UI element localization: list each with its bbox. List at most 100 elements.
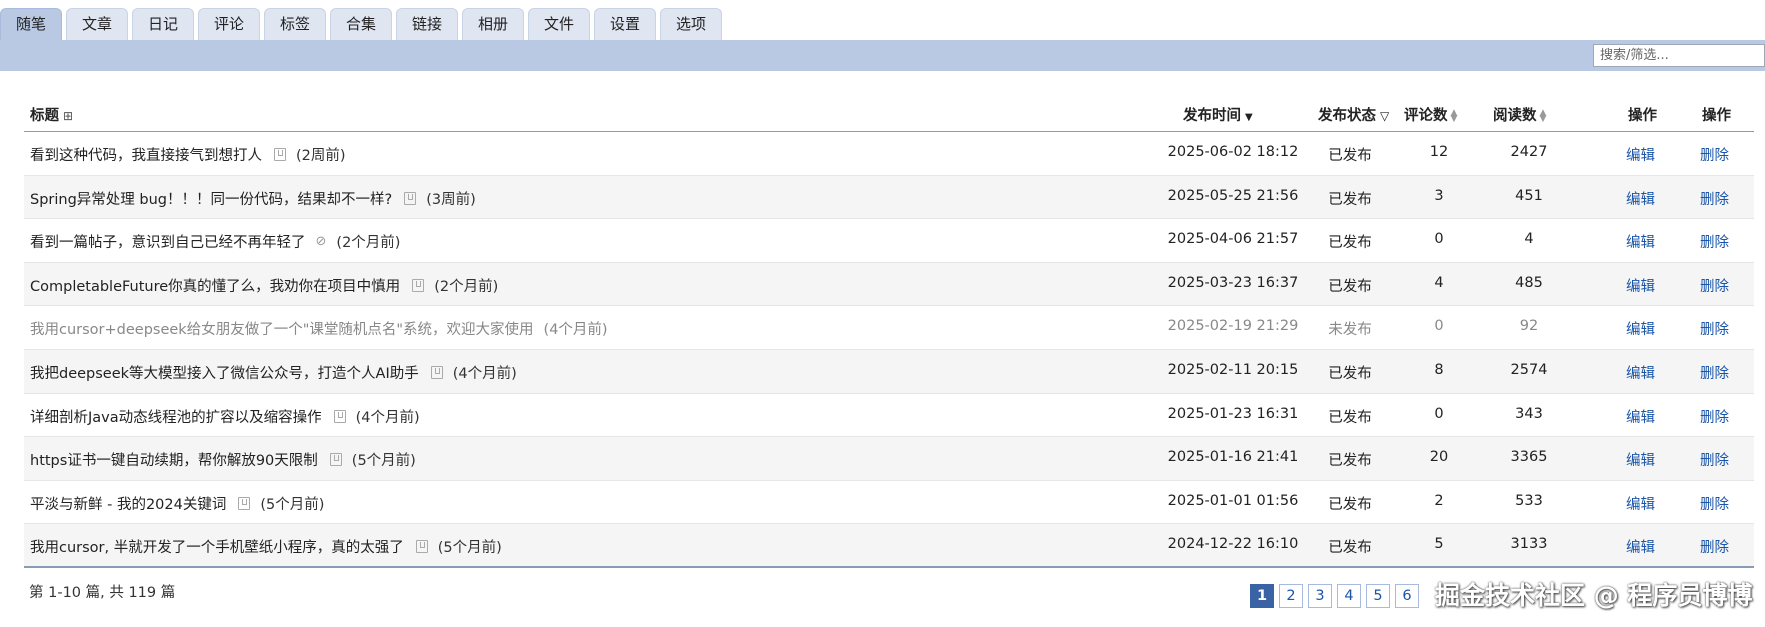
edit-link[interactable]: 编辑 xyxy=(1626,188,1655,209)
edit-link[interactable]: 编辑 xyxy=(1626,231,1655,252)
post-title[interactable]: 平淡与新鲜 - 我的2024关键词 xyxy=(30,493,226,514)
publish-status: 已发布 xyxy=(1328,540,1372,557)
table-body: 看到这种代码，我直接接气到想打人 (2周前) 2025-06-02 18:12 已发布… xyxy=(24,132,1754,568)
edit-link[interactable]: 编辑 xyxy=(1626,144,1655,165)
tab-9[interactable]: 设置 xyxy=(594,8,656,40)
tab-6[interactable]: 链接 xyxy=(396,8,458,40)
post-title[interactable]: 看到这种代码，我直接接气到想打人 xyxy=(30,144,262,165)
delete-link[interactable]: 删除 xyxy=(1700,231,1729,252)
bookmark-icon[interactable] xyxy=(333,409,346,423)
post-title[interactable]: CompletableFuture你真的懂了么，我劝你在项目中慎用 xyxy=(30,275,400,296)
sort-icon: ▲ ▼ xyxy=(1450,108,1458,124)
post-title-cell: 我用cursor+deepseek给女朋友做了一个"课堂随机点名"系统，欢迎大家… xyxy=(30,318,608,339)
post-title-cell: 我用cursor, 半就开发了一个手机壁纸小程序，真的太强了 (5个月前) xyxy=(30,536,502,557)
bookmark-icon[interactable] xyxy=(430,365,443,379)
filter-icon[interactable]: ▽ xyxy=(1380,109,1389,123)
tab-5[interactable]: 合集 xyxy=(330,8,392,40)
tab-2[interactable]: 日记 xyxy=(132,8,194,40)
delete-link[interactable]: 删除 xyxy=(1700,188,1729,209)
tab-3[interactable]: 评论 xyxy=(198,8,260,40)
delete-link[interactable]: 删除 xyxy=(1700,449,1729,470)
bookmark-icon[interactable] xyxy=(412,278,425,292)
page-button-2[interactable]: 2 xyxy=(1279,584,1303,608)
delete-link[interactable]: 删除 xyxy=(1700,318,1729,339)
post-age: (4个月前) xyxy=(543,322,608,339)
publish-time: 2024-12-22 16:10 xyxy=(1167,536,1299,553)
tab-1[interactable]: 文章 xyxy=(66,8,128,40)
publish-status: 已发布 xyxy=(1328,191,1372,208)
publish-time: 2025-04-06 21:57 xyxy=(1167,231,1299,248)
page-button-5[interactable]: 5 xyxy=(1366,584,1390,608)
post-title-cell: 看到一篇帖子，意识到自己已经不再年轻了 ⊘ (2个月前) xyxy=(30,231,400,252)
publish-status: 已发布 xyxy=(1328,235,1372,252)
publish-time: 2025-02-11 20:15 xyxy=(1167,361,1299,378)
column-header-comments[interactable]: 评论数 ▲ ▼ xyxy=(1404,104,1457,125)
post-title[interactable]: 我把deepseek等大模型接入了微信公众号，打造个人AI助手 xyxy=(30,362,419,383)
bookmark-icon[interactable] xyxy=(415,540,428,554)
comment-count: 0 xyxy=(1434,318,1444,335)
delete-link[interactable]: 删除 xyxy=(1700,536,1729,557)
post-title[interactable]: 我用cursor, 半就开发了一个手机壁纸小程序，真的太强了 xyxy=(30,536,404,557)
post-age: (2个月前) xyxy=(434,278,499,295)
edit-link[interactable]: 编辑 xyxy=(1626,449,1655,470)
delete-link[interactable]: 删除 xyxy=(1700,275,1729,296)
tab-7[interactable]: 相册 xyxy=(462,8,524,40)
post-title[interactable]: https证书一键自动续期，帮你解放90天限制 xyxy=(30,449,318,470)
publish-time: 2025-06-02 18:12 xyxy=(1167,144,1299,160)
tab-8[interactable]: 文件 xyxy=(528,8,590,40)
publish-time: 2025-01-16 21:41 xyxy=(1167,449,1299,466)
comment-count: 4 xyxy=(1434,274,1444,291)
bookmark-icon[interactable] xyxy=(238,496,251,510)
page-button-4[interactable]: 4 xyxy=(1337,584,1361,608)
delete-link[interactable]: 删除 xyxy=(1700,493,1729,514)
read-count: 533 xyxy=(1515,492,1543,509)
bookmark-icon[interactable] xyxy=(404,191,417,205)
bookmark-icon[interactable] xyxy=(329,453,342,467)
column-header-reads[interactable]: 阅读数 ▲ ▼ xyxy=(1493,104,1546,125)
delete-link[interactable]: 删除 xyxy=(1700,144,1729,165)
edit-link[interactable]: 编辑 xyxy=(1626,493,1655,514)
watermark: 掘金技术社区 @ 程序员博博 xyxy=(1435,581,1753,610)
table-row: 我用cursor+deepseek给女朋友做了一个"课堂随机点名"系统，欢迎大家… xyxy=(24,306,1754,350)
column-header-publish-time[interactable]: 发布时间 ▼ xyxy=(1183,104,1253,125)
post-age: (5个月前) xyxy=(260,496,325,513)
edit-link[interactable]: 编辑 xyxy=(1626,318,1655,339)
edit-link[interactable]: 编辑 xyxy=(1626,275,1655,296)
page-button-6[interactable]: 6 xyxy=(1395,584,1419,608)
eye-off-icon[interactable]: ⊘ xyxy=(316,234,327,249)
delete-link[interactable]: 删除 xyxy=(1700,406,1729,427)
publish-time: 2025-03-23 16:37 xyxy=(1167,274,1299,291)
pagination-info: 第 1-10 篇, 共 119 篇 xyxy=(29,585,176,601)
page-button-1[interactable]: 1 xyxy=(1250,584,1274,608)
post-title-cell: 详细剖析Java动态线程池的扩容以及缩容操作 (4个月前) xyxy=(30,406,420,427)
column-header-status[interactable]: 发布状态 ▽ xyxy=(1318,104,1389,125)
tree-icon[interactable]: ⊞ xyxy=(63,109,73,123)
tab-10[interactable]: 选项 xyxy=(660,8,722,40)
read-count: 4 xyxy=(1524,231,1534,248)
post-title[interactable]: 看到一篇帖子，意识到自己已经不再年轻了 xyxy=(30,231,306,252)
post-title[interactable]: Spring异常处理 bug！！！同一份代码，结果却不一样? xyxy=(30,188,392,209)
read-count: 3365 xyxy=(1510,449,1548,466)
table-row: https证书一键自动续期，帮你解放90天限制 (5个月前) 2025-01-16 … xyxy=(24,437,1754,481)
column-header-action-edit: 操作 xyxy=(1628,108,1657,124)
posts-table: 标题 ⊞ 发布时间 ▼ 发布状态 ▽ 评论数 ▲ ▼ 阅读数 ▲ ▼ 操作 操作 看到这种代码… xyxy=(24,96,1754,568)
delete-link[interactable]: 删除 xyxy=(1700,362,1729,383)
edit-link[interactable]: 编辑 xyxy=(1626,406,1655,427)
comment-count: 8 xyxy=(1434,361,1444,378)
post-title[interactable]: 详细剖析Java动态线程池的扩容以及缩容操作 xyxy=(30,406,322,427)
edit-link[interactable]: 编辑 xyxy=(1626,362,1655,383)
sort-icon: ▲ ▼ xyxy=(1539,108,1547,124)
read-count: 2574 xyxy=(1510,361,1548,378)
tab-0[interactable]: 随笔 xyxy=(0,8,62,40)
post-title[interactable]: 我用cursor+deepseek给女朋友做了一个"课堂随机点名"系统，欢迎大家… xyxy=(30,318,534,339)
publish-time: 2025-02-19 21:29 xyxy=(1167,318,1299,335)
edit-link[interactable]: 编辑 xyxy=(1626,536,1655,557)
post-title-cell: CompletableFuture你真的懂了么，我劝你在项目中慎用 (2个月前) xyxy=(30,275,498,296)
page-button-3[interactable]: 3 xyxy=(1308,584,1332,608)
tab-4[interactable]: 标签 xyxy=(264,8,326,40)
read-count: 3133 xyxy=(1510,536,1548,553)
column-header-title[interactable]: 标题 ⊞ xyxy=(30,104,73,125)
search-input[interactable] xyxy=(1593,44,1765,67)
table-row: 看到一篇帖子，意识到自己已经不再年轻了 ⊘ (2个月前) 2025-04-06 21:… xyxy=(24,219,1754,263)
bookmark-icon[interactable] xyxy=(274,148,286,161)
